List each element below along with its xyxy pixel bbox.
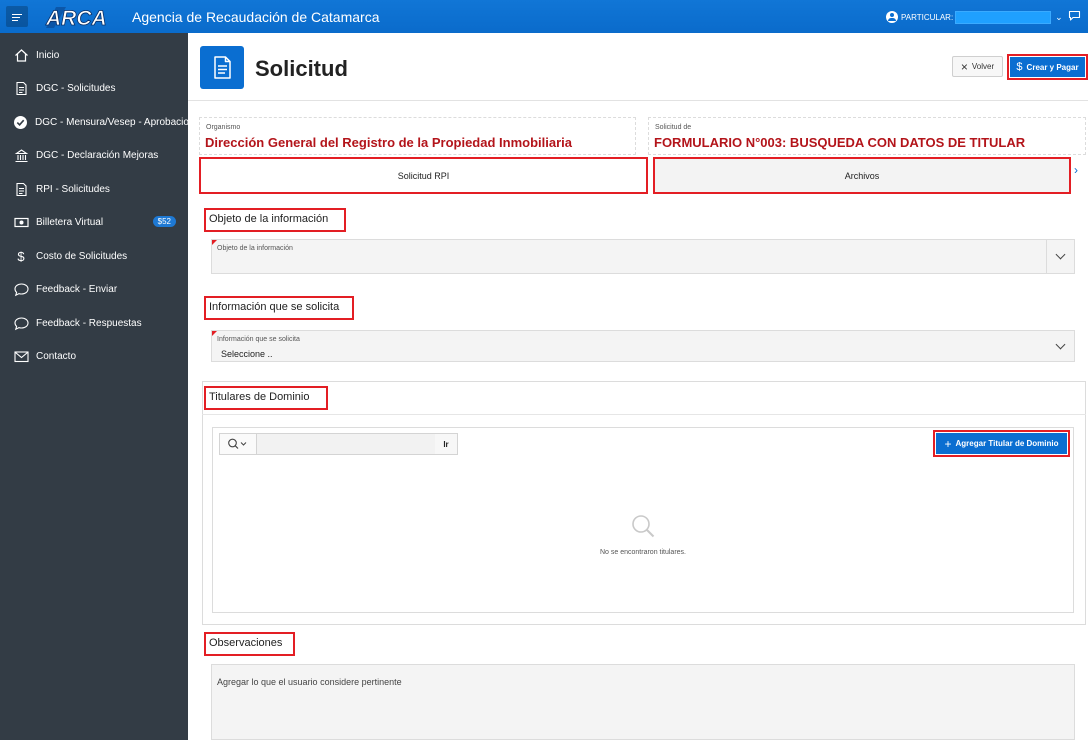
sidebar-item-contacto[interactable]: Contacto [0, 342, 188, 370]
home-icon [13, 47, 29, 63]
solicitud-de-box: Solicitud de FORMULARIO N°003: BUSQUEDA … [648, 117, 1086, 155]
sidebar-item-label: Feedback - Respuestas [36, 317, 142, 329]
add-titular-label: Agregar Titular de Dominio [955, 439, 1059, 448]
sidebar-item-label: Contacto [36, 350, 77, 362]
informacion-select[interactable]: Información que se solicita Seleccione .… [211, 330, 1075, 362]
empty-message: No se encontraron titulares. [600, 549, 686, 556]
sidebar-item-dgc-mensura[interactable]: DGC - Mensura/Vesep - Aprobaciones [0, 108, 188, 136]
sidebar-item-label: DGC - Mensura/Vesep - Aprobaciones [35, 116, 188, 128]
objeto-select[interactable]: Objeto de la información [211, 239, 1075, 274]
solicitud-de-value: FORMULARIO N°003: BUSQUEDA CON DATOS DE … [654, 135, 1026, 150]
document-icon [200, 46, 244, 89]
comment-icon [13, 315, 29, 331]
top-bar: ARCA Agencia de Recaudación de Catamarca… [0, 0, 1088, 33]
sidebar-item-label: RPI - Solicitudes [36, 183, 110, 195]
section-heading-titulares: Titulares de Dominio [204, 386, 328, 410]
objeto-field-label: Objeto de la información [217, 245, 293, 252]
app-title: Agencia de Recaudación de Catamarca [132, 9, 380, 25]
dollar-icon: $ [1016, 61, 1023, 73]
back-button[interactable]: × Volver [952, 56, 1003, 77]
solicitud-de-label: Solicitud de [655, 124, 692, 131]
sidebar-item-rpi-solicitudes[interactable]: RPI - Solicitudes [0, 175, 188, 203]
document-icon [13, 80, 29, 96]
back-button-label: Volver [971, 62, 995, 71]
chevron-right-icon[interactable]: › [1074, 163, 1078, 177]
sidebar: Inicio DGC - Solicitudes DGC - Mensura/V… [0, 33, 188, 740]
envelope-icon [13, 348, 29, 364]
sidebar-item-label: DGC - Solicitudes [36, 82, 116, 94]
arca-logo[interactable]: ARCA [44, 3, 120, 30]
sidebar-item-inicio[interactable]: Inicio [0, 41, 188, 69]
user-menu[interactable]: PARTICULAR: ⌄ [886, 10, 1063, 24]
create-and-pay-button[interactable]: $ Crear y Pagar [1007, 54, 1088, 80]
sidebar-item-label: Billetera Virtual [36, 216, 104, 228]
search-bar [219, 433, 435, 455]
sidebar-item-dgc-declaracion[interactable]: DGC - Declaración Mejoras [0, 141, 188, 169]
sidebar-item-feedback-enviar[interactable]: Feedback - Enviar [0, 275, 188, 303]
section-heading-observaciones: Observaciones [204, 632, 295, 656]
informacion-field-value: Seleccione .. [221, 349, 273, 359]
page-header: Solicitud × Volver $ Crear y Pagar [188, 33, 1088, 101]
observaciones-textarea[interactable]: Agregar lo que el usuario considere pert… [211, 664, 1075, 740]
main-content: Solicitud × Volver $ Crear y Pagar Organ… [188, 33, 1088, 740]
search-column-menu[interactable] [220, 434, 257, 454]
add-titular-button[interactable]: + Agregar Titular de Dominio [933, 430, 1070, 457]
close-icon: × [960, 59, 968, 74]
sidebar-item-feedback-respuestas[interactable]: Feedback - Respuestas [0, 309, 188, 337]
dollar-icon: $ [17, 248, 25, 264]
section-heading-objeto: Objeto de la información [204, 208, 346, 232]
sidebar-item-label: Feedback - Enviar [36, 283, 118, 295]
user-type-label: PARTICULAR: [901, 12, 954, 22]
search-icon [632, 515, 655, 538]
organismo-value: Dirección General del Registro de la Pro… [205, 135, 572, 150]
search-icon [228, 438, 247, 449]
observaciones-placeholder: Agregar lo que el usuario considere pert… [217, 677, 402, 687]
divider [202, 414, 1086, 415]
go-button[interactable]: Ir [435, 433, 458, 455]
sidebar-item-billetera[interactable]: Billetera Virtual $52 [0, 208, 188, 236]
section-heading-informacion: Información que se solicita [204, 296, 354, 320]
sidebar-item-label: DGC - Declaración Mejoras [36, 149, 159, 161]
money-icon [13, 214, 29, 230]
sidebar-item-dgc-solicitudes[interactable]: DGC - Solicitudes [0, 74, 188, 102]
user-name-redacted [955, 10, 1052, 24]
create-and-pay-label: Crear y Pagar [1026, 62, 1079, 72]
plus-icon: + [944, 436, 952, 451]
chevron-down-icon[interactable] [1046, 240, 1074, 273]
sidebar-item-costo[interactable]: $ Costo de Solicitudes [0, 242, 188, 270]
organismo-box: Organismo Dirección General del Registro… [199, 117, 636, 155]
chevron-down-icon[interactable]: ⌄ [1055, 12, 1063, 23]
check-circle-icon [13, 114, 28, 130]
informacion-field-label: Información que se solicita [217, 336, 300, 343]
tab-solicitud-rpi[interactable]: Solicitud RPI [199, 157, 648, 194]
document-icon [13, 181, 29, 197]
chevron-down-icon[interactable] [1046, 331, 1074, 361]
tab-archivos[interactable]: Archivos [653, 157, 1071, 194]
sidebar-item-label: Inicio [36, 49, 60, 61]
logo-text: ARCA [45, 7, 107, 30]
page-title: Solicitud [255, 56, 348, 81]
wallet-balance-badge: $52 [152, 216, 176, 227]
user-icon [886, 11, 898, 23]
menu-toggle-icon[interactable] [6, 6, 28, 27]
comment-icon [13, 281, 29, 297]
search-input[interactable] [257, 434, 435, 454]
chat-icon[interactable] [1068, 10, 1081, 21]
building-icon [13, 147, 29, 163]
organismo-label: Organismo [206, 124, 241, 131]
sidebar-item-label: Costo de Solicitudes [36, 250, 128, 262]
